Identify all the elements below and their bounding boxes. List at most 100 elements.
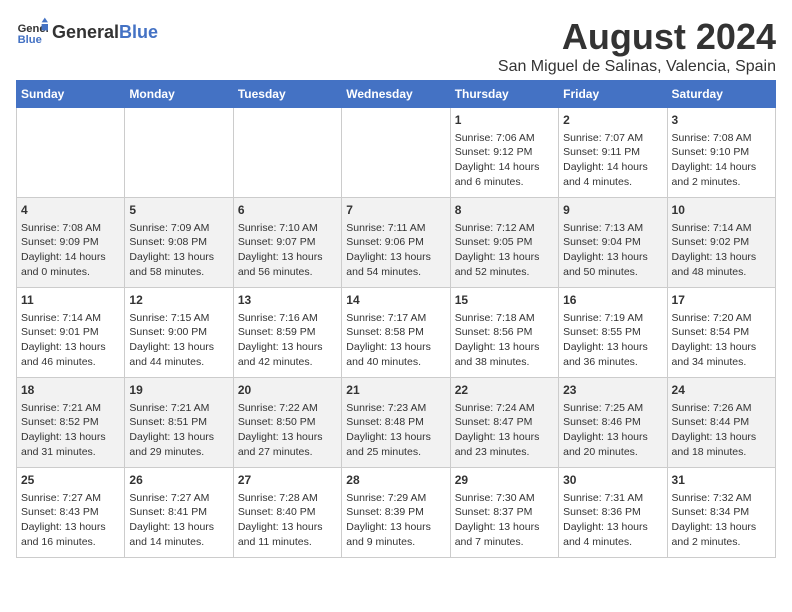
day-info: Sunrise: 7:27 AM <box>21 491 120 506</box>
day-info: Sunrise: 7:06 AM <box>455 131 554 146</box>
day-info: Daylight: 13 hours <box>455 430 554 445</box>
day-info: Daylight: 14 hours <box>455 160 554 175</box>
day-info: Sunset: 8:40 PM <box>238 505 337 520</box>
day-info: Sunrise: 7:31 AM <box>563 491 662 506</box>
day-info: and 50 minutes. <box>563 265 662 280</box>
day-number: 12 <box>129 292 228 309</box>
svg-text:Blue: Blue <box>18 34 42 46</box>
day-number: 19 <box>129 382 228 399</box>
day-info: Sunrise: 7:08 AM <box>21 221 120 236</box>
day-info: Daylight: 13 hours <box>346 340 445 355</box>
day-info: and 27 minutes. <box>238 445 337 460</box>
day-info: Daylight: 13 hours <box>129 250 228 265</box>
page-header: General Blue General Blue August 2024 Sa… <box>16 16 776 76</box>
calendar-cell: 9Sunrise: 7:13 AMSunset: 9:04 PMDaylight… <box>559 198 667 288</box>
day-info: Sunrise: 7:28 AM <box>238 491 337 506</box>
day-info: Daylight: 14 hours <box>672 160 771 175</box>
day-info: Sunrise: 7:17 AM <box>346 311 445 326</box>
day-info: and 4 minutes. <box>563 175 662 190</box>
day-info: Sunrise: 7:20 AM <box>672 311 771 326</box>
day-number: 2 <box>563 112 662 129</box>
day-header-monday: Monday <box>125 81 233 108</box>
calendar-week-2: 4Sunrise: 7:08 AMSunset: 9:09 PMDaylight… <box>17 198 776 288</box>
calendar-cell: 26Sunrise: 7:27 AMSunset: 8:41 PMDayligh… <box>125 468 233 558</box>
calendar-cell: 8Sunrise: 7:12 AMSunset: 9:05 PMDaylight… <box>450 198 558 288</box>
calendar-cell: 21Sunrise: 7:23 AMSunset: 8:48 PMDayligh… <box>342 378 450 468</box>
day-info: Daylight: 13 hours <box>672 430 771 445</box>
day-info: Sunset: 9:10 PM <box>672 145 771 160</box>
day-info: and 42 minutes. <box>238 355 337 370</box>
day-info: and 11 minutes. <box>238 535 337 550</box>
day-info: and 29 minutes. <box>129 445 228 460</box>
day-info: Daylight: 13 hours <box>455 250 554 265</box>
day-number: 25 <box>21 472 120 489</box>
day-info: Sunset: 8:55 PM <box>563 325 662 340</box>
day-number: 31 <box>672 472 771 489</box>
day-info: Sunrise: 7:07 AM <box>563 131 662 146</box>
day-info: and 54 minutes. <box>346 265 445 280</box>
day-info: Sunrise: 7:30 AM <box>455 491 554 506</box>
day-info: and 44 minutes. <box>129 355 228 370</box>
day-info: and 18 minutes. <box>672 445 771 460</box>
day-info: Sunrise: 7:26 AM <box>672 401 771 416</box>
day-number: 1 <box>455 112 554 129</box>
calendar-cell: 6Sunrise: 7:10 AMSunset: 9:07 PMDaylight… <box>233 198 341 288</box>
day-info: Sunrise: 7:10 AM <box>238 221 337 236</box>
calendar-cell <box>125 108 233 198</box>
day-info: and 25 minutes. <box>346 445 445 460</box>
day-number: 22 <box>455 382 554 399</box>
day-info: and 58 minutes. <box>129 265 228 280</box>
day-info: Daylight: 13 hours <box>455 340 554 355</box>
calendar-cell: 18Sunrise: 7:21 AMSunset: 8:52 PMDayligh… <box>17 378 125 468</box>
day-info: and 38 minutes. <box>455 355 554 370</box>
day-info: Sunrise: 7:19 AM <box>563 311 662 326</box>
day-info: Sunset: 8:44 PM <box>672 415 771 430</box>
day-header-thursday: Thursday <box>450 81 558 108</box>
day-info: Sunset: 9:12 PM <box>455 145 554 160</box>
day-info: Sunrise: 7:25 AM <box>563 401 662 416</box>
day-info: Daylight: 13 hours <box>346 520 445 535</box>
day-number: 14 <box>346 292 445 309</box>
day-info: and 0 minutes. <box>21 265 120 280</box>
day-info: Sunset: 8:54 PM <box>672 325 771 340</box>
day-info: Sunrise: 7:27 AM <box>129 491 228 506</box>
day-info: and 2 minutes. <box>672 535 771 550</box>
day-number: 7 <box>346 202 445 219</box>
day-number: 15 <box>455 292 554 309</box>
day-number: 28 <box>346 472 445 489</box>
day-info: Daylight: 13 hours <box>129 430 228 445</box>
day-number: 16 <box>563 292 662 309</box>
day-info: Sunset: 8:46 PM <box>563 415 662 430</box>
day-info: Daylight: 13 hours <box>238 430 337 445</box>
day-number: 26 <box>129 472 228 489</box>
day-info: and 31 minutes. <box>21 445 120 460</box>
day-info: Sunrise: 7:15 AM <box>129 311 228 326</box>
day-info: Daylight: 13 hours <box>346 250 445 265</box>
day-info: Sunset: 9:01 PM <box>21 325 120 340</box>
calendar-week-5: 25Sunrise: 7:27 AMSunset: 8:43 PMDayligh… <box>17 468 776 558</box>
logo: General Blue General Blue <box>16 16 158 48</box>
day-info: Daylight: 13 hours <box>238 520 337 535</box>
day-number: 18 <box>21 382 120 399</box>
day-info: Sunrise: 7:13 AM <box>563 221 662 236</box>
day-info: and 40 minutes. <box>346 355 445 370</box>
day-number: 6 <box>238 202 337 219</box>
day-info: Daylight: 13 hours <box>21 520 120 535</box>
calendar-week-4: 18Sunrise: 7:21 AMSunset: 8:52 PMDayligh… <box>17 378 776 468</box>
day-number: 5 <box>129 202 228 219</box>
calendar-cell: 28Sunrise: 7:29 AMSunset: 8:39 PMDayligh… <box>342 468 450 558</box>
day-info: Sunset: 8:51 PM <box>129 415 228 430</box>
day-info: Sunrise: 7:14 AM <box>672 221 771 236</box>
calendar-cell <box>342 108 450 198</box>
calendar-cell: 23Sunrise: 7:25 AMSunset: 8:46 PMDayligh… <box>559 378 667 468</box>
day-info: Sunrise: 7:29 AM <box>346 491 445 506</box>
day-info: Sunset: 8:37 PM <box>455 505 554 520</box>
calendar-cell: 22Sunrise: 7:24 AMSunset: 8:47 PMDayligh… <box>450 378 558 468</box>
day-info: Sunrise: 7:22 AM <box>238 401 337 416</box>
day-info: and 56 minutes. <box>238 265 337 280</box>
day-number: 30 <box>563 472 662 489</box>
day-info: Sunset: 9:08 PM <box>129 235 228 250</box>
day-info: Sunrise: 7:08 AM <box>672 131 771 146</box>
calendar-cell: 19Sunrise: 7:21 AMSunset: 8:51 PMDayligh… <box>125 378 233 468</box>
day-info: and 48 minutes. <box>672 265 771 280</box>
